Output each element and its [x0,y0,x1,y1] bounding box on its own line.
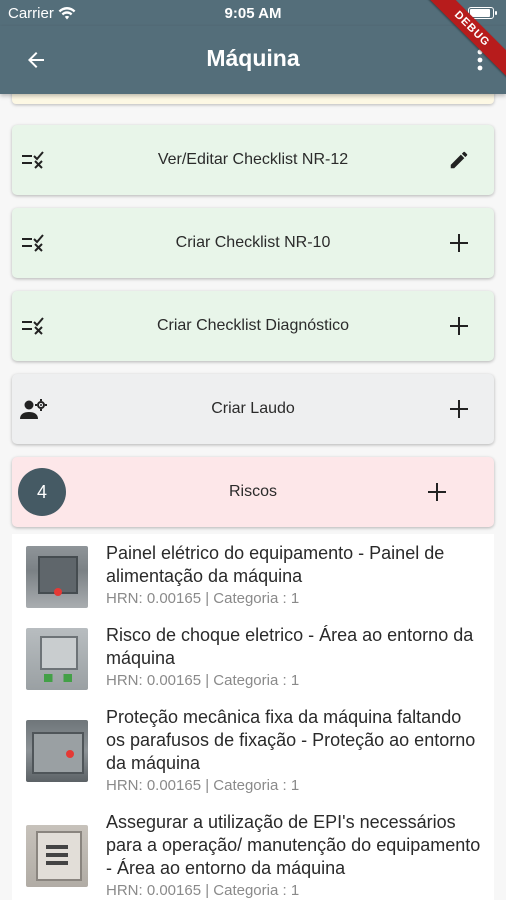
risk-list-item[interactable]: Painel elétrico do equipamento - Painel … [12,534,494,616]
risk-title: Proteção mecânica fixa da máquina faltan… [106,707,476,773]
risk-subtitle: HRN: 0.00165 | Categoria : 1 [106,777,300,794]
checklist-icon [20,312,48,340]
risks-header[interactable]: 4 Riscos [12,457,494,527]
action-label: Criar Checklist Diagnóstico [156,317,350,334]
person-gear-icon [20,395,48,423]
risk-list-item[interactable]: Assegurar a utilização de EPI's necessár… [12,803,494,900]
edit-checklist-nr12-button[interactable]: Ver/Editar Checklist NR-12 [12,125,494,195]
risk-count-badge: 4 [18,468,66,516]
more-options-button[interactable] [468,44,492,76]
previous-card [12,94,494,104]
risk-list-item[interactable]: Risco de choque eletrico - Área ao entor… [12,616,494,698]
create-checklist-diagnostico-button[interactable]: Criar Checklist Diagnóstico [12,291,494,361]
risk-list: Painel elétrico do equipamento - Painel … [12,534,494,900]
checklist-icon [20,146,48,174]
risks-label: Riscos [228,483,277,500]
action-label: Criar Laudo [211,400,295,417]
battery-icon [468,7,497,19]
risk-thumbnail [26,628,88,690]
create-laudo-button[interactable]: Criar Laudo [12,374,494,444]
app-bar: Máquina [0,26,506,94]
risk-title: Painel elétrico do equipamento - Painel … [106,543,445,586]
risk-subtitle: HRN: 0.00165 | Categoria : 1 [106,590,300,607]
create-checklist-nr10-button[interactable]: Criar Checklist NR-10 [12,208,494,278]
risk-subtitle: HRN: 0.00165 | Categoria : 1 [106,882,300,899]
action-label: Criar Checklist NR-10 [175,234,331,251]
edit-icon [446,147,472,173]
risk-thumbnail [26,720,88,782]
risk-thumbnail [26,546,88,608]
action-label: Ver/Editar Checklist NR-12 [157,151,349,168]
more-vert-icon [477,49,483,71]
add-icon [446,313,472,339]
risk-title: Risco de choque eletrico - Área ao entor… [106,625,474,668]
risk-subtitle: HRN: 0.00165 | Categoria : 1 [106,672,300,689]
checklist-icon [20,229,48,257]
risk-list-item[interactable]: Proteção mecânica fixa da máquina faltan… [12,698,494,803]
add-icon [446,396,472,422]
risk-thumbnail [26,825,88,887]
main-content[interactable]: Ver/Editar Checklist NR-12 Criar Checkli… [0,94,506,900]
add-risk-icon[interactable] [424,479,450,505]
status-bar: Carrier 9:05 AM [0,0,506,26]
risk-title: Assegurar a utilização de EPI's necessár… [106,812,481,878]
page-title: Máquina [206,45,300,71]
status-time: 9:05 AM [224,5,282,22]
add-icon [446,230,472,256]
